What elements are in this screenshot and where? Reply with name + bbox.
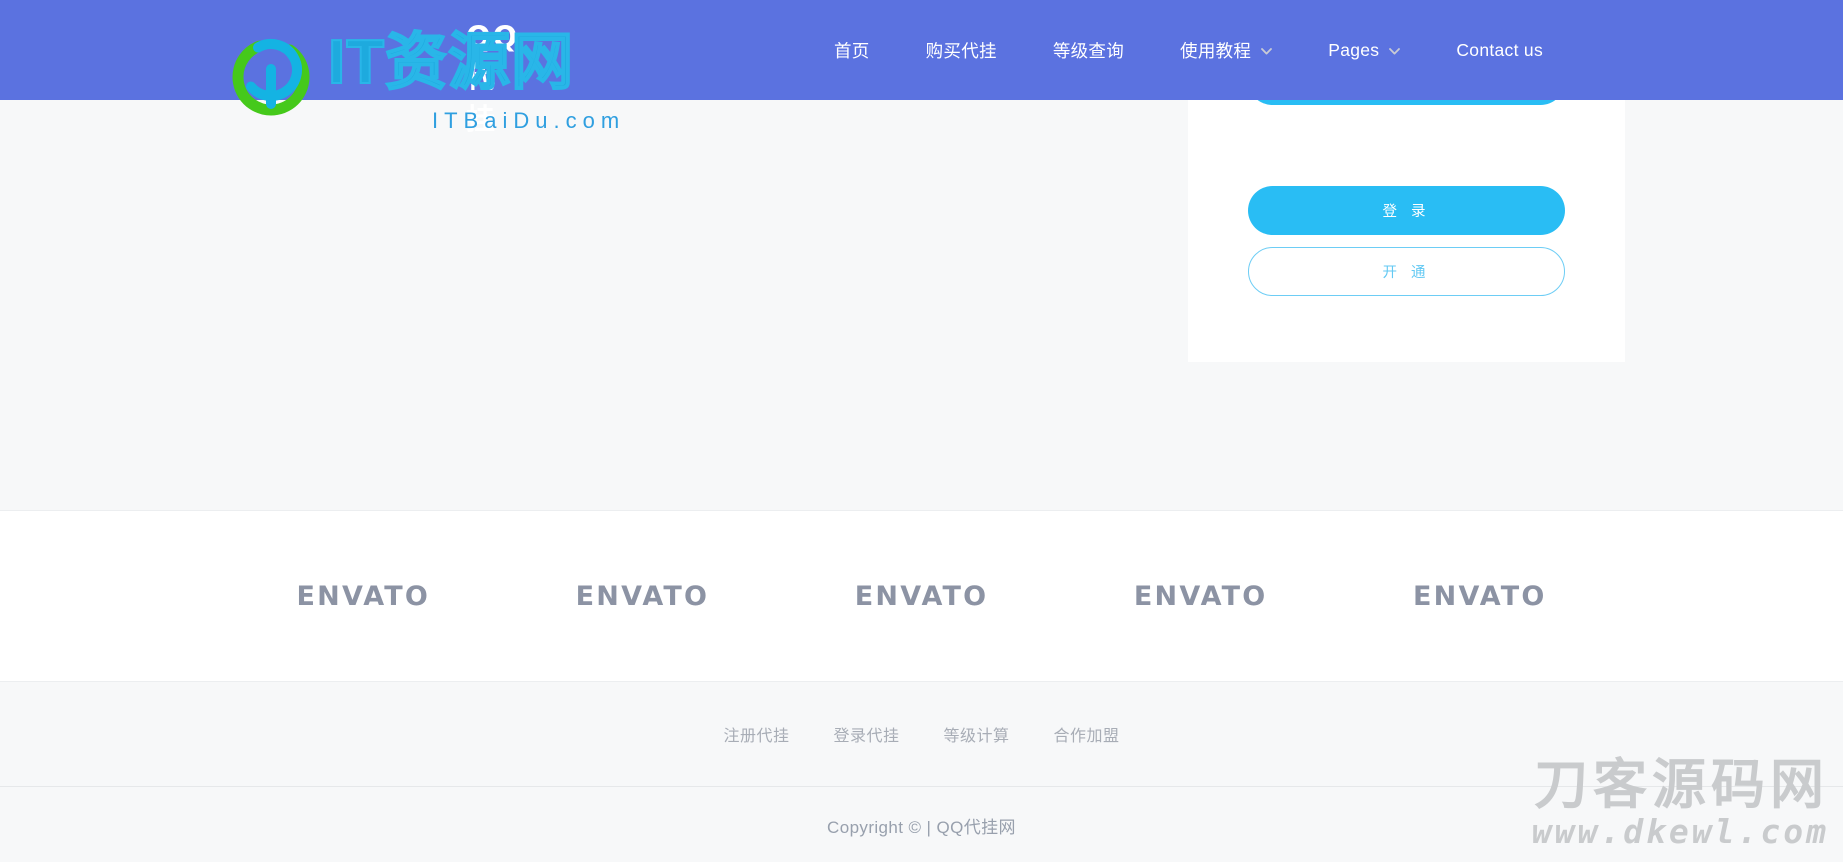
footer-link-partnership[interactable]: 合作加盟 (1054, 722, 1120, 746)
nav-item-label: Pages (1328, 39, 1380, 60)
chevron-down-icon (1389, 47, 1401, 55)
nav-item-label: 购买代挂 (925, 40, 997, 61)
login-card: 登 录 开 通 (1188, 56, 1625, 362)
footer-links-section: 注册代挂 登录代挂 等级计算 合作加盟 (0, 682, 1843, 787)
page-root: 登 录 开 通 首页 购买代挂 等级查询 使用教程 Pages Contact … (0, 0, 1843, 862)
copyright-text: Copyright © | QQ代挂网 (827, 817, 1016, 837)
login-button[interactable]: 登 录 (1248, 186, 1565, 235)
footer-link-register[interactable]: 注册代挂 (723, 722, 789, 746)
nav-item-label: 使用教程 (1180, 40, 1252, 61)
nav-item-level-query[interactable]: 等级查询 (1053, 38, 1124, 63)
nav-item-buy[interactable]: 购买代挂 (926, 38, 997, 63)
footer-links: 注册代挂 登录代挂 等级计算 合作加盟 (701, 722, 1141, 746)
activate-button[interactable]: 开 通 (1248, 247, 1565, 296)
footer-link-login[interactable]: 登录代挂 (833, 722, 899, 746)
footer-copyright-section: Copyright © | QQ代挂网 (0, 788, 1843, 862)
brand-logo[interactable]: ENVATO (576, 581, 709, 612)
site-header: 首页 购买代挂 等级查询 使用教程 Pages Contact us (0, 0, 1843, 100)
nav-item-pages[interactable]: Pages (1328, 39, 1401, 61)
nav-item-contact[interactable]: Contact us (1456, 40, 1543, 61)
chevron-down-icon (1261, 47, 1273, 55)
brand-logo[interactable]: ENVATO (855, 581, 988, 612)
main-navigation: 首页 购买代挂 等级查询 使用教程 Pages Contact us (0, 0, 1843, 100)
nav-item-tutorial[interactable]: 使用教程 (1180, 38, 1273, 63)
nav-item-label: 等级查询 (1052, 40, 1125, 61)
brand-logo[interactable]: ENVATO (1413, 581, 1546, 612)
nav-item-label: 首页 (834, 40, 870, 61)
brand-logo[interactable]: ENVATO (1134, 581, 1267, 612)
nav-item-home[interactable]: 首页 (834, 38, 870, 63)
brand-logos-section: ENVATO ENVATO ENVATO ENVATO ENVATO (0, 510, 1843, 682)
nav-item-label: Contact us (1456, 39, 1543, 60)
footer-link-level-calc[interactable]: 等级计算 (944, 722, 1010, 746)
brand-logo[interactable]: ENVATO (297, 581, 430, 612)
brand-logos-list: ENVATO ENVATO ENVATO ENVATO ENVATO (297, 581, 1547, 612)
